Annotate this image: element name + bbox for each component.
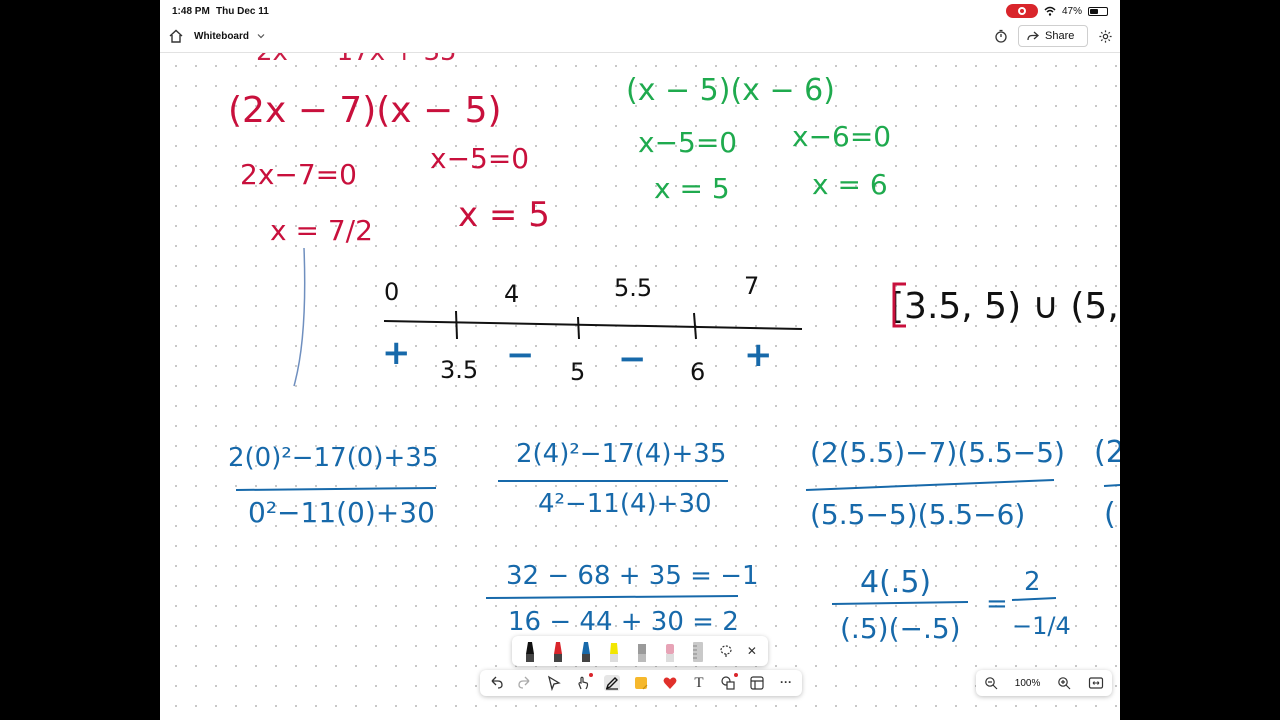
- battery-percent: 47%: [1061, 5, 1082, 17]
- pen-tip-6: [692, 642, 703, 662]
- sign-interval-3: −: [618, 339, 647, 379]
- app-bar: Whiteboard Share: [160, 22, 1120, 53]
- ink-layer: 2x² − 17x + 35 (2x − 7)(x − 5) 2x−7=0 x−…: [228, 37, 1120, 645]
- red-factored: (2x − 7)(x − 5): [228, 90, 502, 131]
- blue-pen-icon[interactable]: [579, 640, 593, 662]
- green-eq1: x−5=0: [638, 126, 737, 159]
- test4-simplified-numerator: 32 − 68 + 35 = −1: [506, 561, 759, 591]
- red-eq1: 2x−7=0: [240, 158, 357, 191]
- pen-tip-1: [553, 642, 562, 654]
- eraser-icon[interactable]: [635, 640, 649, 662]
- red-eq2: x−5=0: [430, 142, 529, 175]
- green-factored: (x − 5)(x − 6): [626, 73, 835, 108]
- select-icon[interactable]: [546, 675, 562, 691]
- status-time: 1:48 PM: [172, 6, 210, 17]
- zoom-controls: 100%: [976, 670, 1112, 696]
- timer-icon[interactable]: [994, 29, 1008, 43]
- test-point-4: 4: [504, 280, 519, 308]
- undo-icon[interactable]: [488, 675, 504, 691]
- shapes-icon: [721, 676, 735, 690]
- interval-answer: [3.5, 5) ∪ (5, ∞: [890, 286, 1120, 327]
- test-point-0: 0: [384, 278, 399, 306]
- home-icon[interactable]: [168, 28, 184, 44]
- pen-tip-3: [609, 643, 618, 654]
- pen-tray: ✕: [512, 636, 768, 666]
- test55-denominator: (5.5−5)(5.5−6): [810, 498, 1025, 531]
- redo-icon[interactable]: [517, 675, 533, 691]
- sticky-note-icon[interactable]: [633, 675, 649, 691]
- zoom-in-icon[interactable]: [1057, 676, 1071, 690]
- screen-recording-icon[interactable]: [1005, 4, 1038, 18]
- test0-denominator: 0²−11(0)+30: [248, 496, 435, 529]
- sign-interval-2: −: [506, 335, 535, 375]
- whiteboard-screen: 2x² − 17x + 35 (2x − 7)(x − 5) 2x−7=0 x−…: [160, 0, 1120, 720]
- board-title[interactable]: Whiteboard: [194, 31, 249, 42]
- test7-partial-numerator: (2: [1094, 435, 1120, 470]
- test-point-7: 7: [744, 272, 759, 300]
- share-label: Share: [1045, 30, 1075, 42]
- lasso-select-icon[interactable]: [719, 644, 733, 658]
- more-icon[interactable]: ···: [778, 675, 794, 691]
- touch-icon: [578, 676, 589, 690]
- main-toolbar: T ···: [480, 670, 802, 696]
- green-sol1: x = 5: [654, 172, 730, 205]
- reaction-heart-icon[interactable]: [662, 675, 678, 691]
- pen-tool[interactable]: [604, 675, 620, 691]
- test55-simplified-denominator: (.5)(−.5): [840, 612, 961, 645]
- black-pen-icon[interactable]: [523, 640, 537, 662]
- number-line: 0 4 5.5 7 3.5 5 6 + − − +: [382, 272, 803, 386]
- pen-icon: [605, 677, 618, 690]
- pen-tip-2: [581, 642, 590, 654]
- shapes-tool[interactable]: [720, 673, 738, 691]
- pen-tip-5: [665, 644, 674, 654]
- sign-interval-1: +: [382, 333, 411, 373]
- red-sol2: x = 5: [458, 195, 550, 235]
- zoom-out-icon[interactable]: [984, 676, 998, 690]
- sign-interval-4: +: [744, 335, 773, 375]
- wifi-icon: [1044, 6, 1056, 16]
- divider-stroke: [293, 247, 306, 387]
- pink-eraser-icon[interactable]: [663, 640, 677, 662]
- red-sol1: x = 7/2: [270, 214, 373, 247]
- touch-indicator-dot: [589, 673, 593, 677]
- test55-simplified-numerator: 4(.5): [860, 565, 931, 600]
- critical-point-3.5: 3.5: [440, 356, 478, 384]
- equals-sign: =: [986, 589, 1008, 619]
- shapes-indicator-dot: [734, 673, 738, 677]
- text-tool-icon[interactable]: T: [691, 675, 707, 691]
- settings-gear-icon[interactable]: [1098, 29, 1113, 44]
- test0-numerator: 2(0)²−17(0)+35: [228, 443, 438, 473]
- fit-to-screen-icon[interactable]: [1088, 676, 1104, 690]
- test7-partial-denominator: (: [1104, 497, 1116, 532]
- share-icon: [1027, 31, 1039, 41]
- pen-tip-0: [525, 642, 534, 654]
- green-eq2: x−6=0: [792, 120, 891, 153]
- touch-tool[interactable]: [575, 673, 593, 691]
- critical-point-6: 6: [690, 358, 705, 386]
- battery-icon: [1088, 6, 1108, 16]
- zoom-level[interactable]: 100%: [1015, 678, 1041, 689]
- chevron-down-icon[interactable]: [256, 31, 266, 41]
- test55-result-denominator: −1/4: [1012, 612, 1071, 640]
- test4-numerator: 2(4)²−17(4)+35: [516, 439, 726, 469]
- status-date: Thu Dec 11: [216, 6, 269, 17]
- green-sol2: x = 6: [812, 168, 888, 201]
- critical-point-5: 5: [570, 358, 585, 386]
- share-button[interactable]: Share: [1018, 25, 1088, 47]
- close-pen-tray-icon[interactable]: ✕: [747, 644, 757, 658]
- test4-denominator: 4²−11(4)+30: [538, 489, 712, 519]
- test55-result-numerator: 2: [1024, 567, 1041, 597]
- red-pen-icon[interactable]: [551, 640, 565, 662]
- test55-numerator: (2(5.5)−7)(5.5−5): [810, 436, 1065, 469]
- ios-status-bar: 1:48 PM Thu Dec 11 47%: [160, 0, 1120, 22]
- templates-icon[interactable]: [749, 675, 765, 691]
- highlighter-icon[interactable]: [607, 640, 621, 662]
- pen-tip-4: [637, 644, 646, 654]
- test4-simplified-denominator: 16 − 44 + 30 = 2: [508, 607, 739, 637]
- test-point-5.5: 5.5: [614, 274, 652, 302]
- ruler-icon[interactable]: [691, 640, 705, 662]
